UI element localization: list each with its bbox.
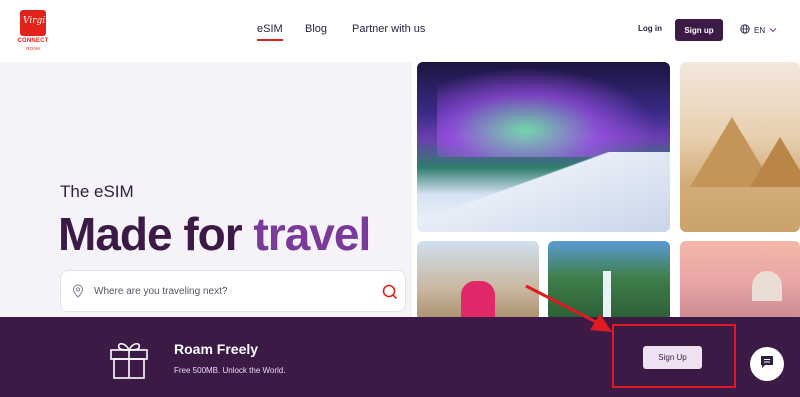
aurora-photo <box>417 62 670 232</box>
nav-partner-with-us[interactable]: Partner with us <box>352 23 425 35</box>
hero-subtitle: The eSIM <box>60 182 134 201</box>
globe-icon <box>740 24 750 36</box>
annotation-arrow-icon <box>520 280 630 345</box>
chat-icon <box>759 354 775 375</box>
city-dome-photo <box>680 241 800 321</box>
nav-blog[interactable]: Blog <box>305 23 327 35</box>
language-selector[interactable]: EN <box>740 24 777 36</box>
signup-button-header[interactable]: Sign up <box>675 19 723 41</box>
logo-sub: ROAM <box>26 46 40 51</box>
location-pin-icon <box>72 284 84 303</box>
search-icon[interactable] <box>382 284 398 305</box>
language-label: EN <box>754 25 766 35</box>
gift-icon <box>107 336 151 385</box>
search-input[interactable]: Where are you traveling next? <box>94 286 227 297</box>
pyramids-photo <box>680 62 800 232</box>
annotation-highlight-box <box>612 324 736 388</box>
destination-search[interactable]: Where are you traveling next? <box>60 270 406 312</box>
banner-title: Roam Freely <box>174 341 259 357</box>
hero-title: Made for travel <box>58 207 371 261</box>
chat-button[interactable] <box>750 347 784 381</box>
nav-esim[interactable]: eSIM <box>257 23 283 41</box>
hero-title-main: Made for <box>58 208 254 260</box>
logo[interactable]: Virgin CONNECT ROAM <box>14 10 52 54</box>
virgin-logo-mark: Virgin <box>20 10 51 36</box>
header: Virgin CONNECT ROAM eSIM Blog Partner wi… <box>0 0 800 62</box>
banner-subtitle: Free 500MB. Unlock the World. <box>174 366 286 375</box>
chevron-down-icon <box>769 26 777 35</box>
login-link[interactable]: Log in <box>638 24 662 33</box>
hero-title-accent: travel <box>253 208 371 260</box>
logo-brand: CONNECT <box>17 38 49 44</box>
